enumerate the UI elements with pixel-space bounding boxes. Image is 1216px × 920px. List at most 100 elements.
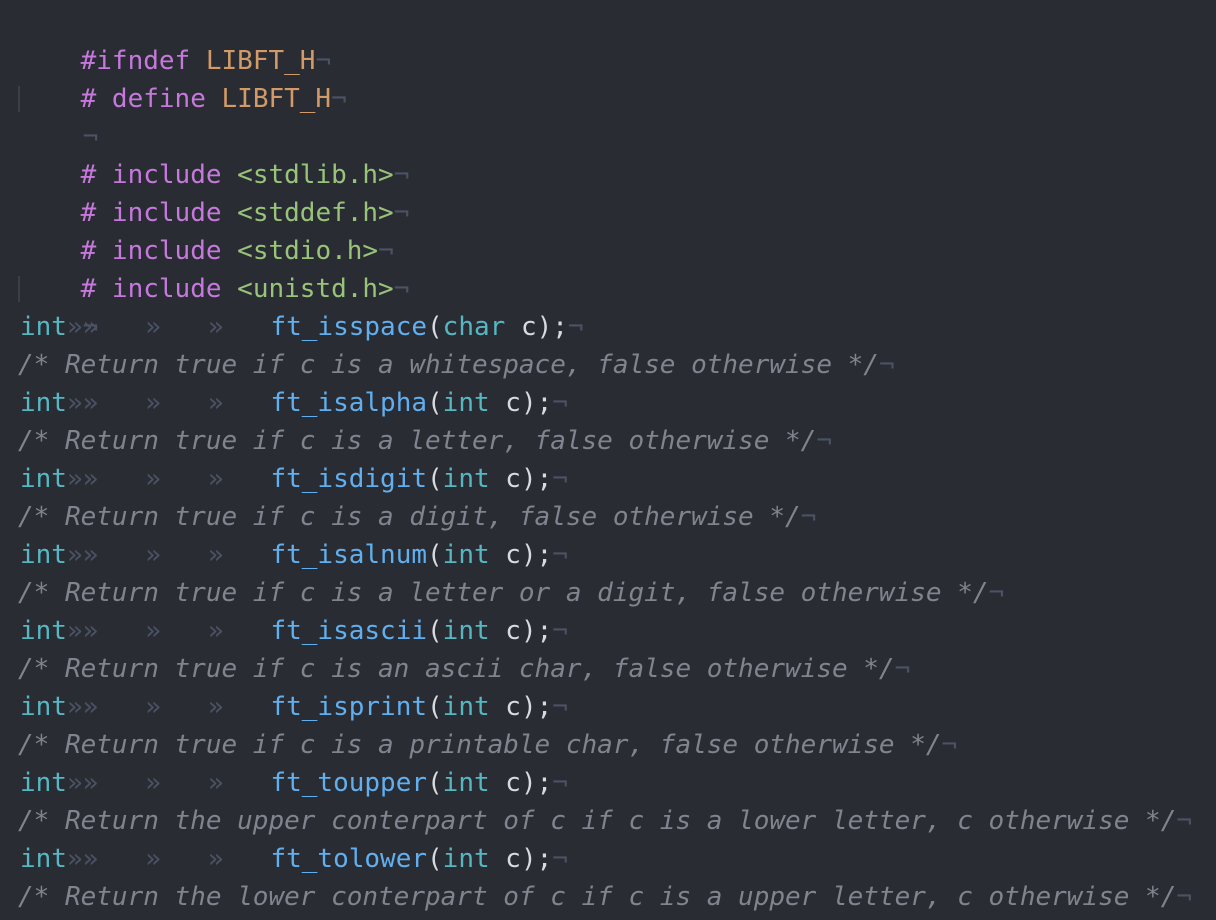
return-type: int	[20, 844, 67, 874]
tab-markers: »» » »	[66, 312, 271, 342]
function-name: ft_isdigit	[270, 464, 428, 494]
doc-comment: /* Return true if c is a letter, false o…	[18, 426, 817, 456]
code-line-comment[interactable]: /* Return true if c is a letter, false o…	[18, 422, 832, 460]
paren-close: );	[536, 312, 568, 342]
eol-marker: ¬	[1176, 882, 1193, 912]
paren-open: (	[427, 312, 443, 342]
code-line-include[interactable]: # include <stdio.h>¬	[18, 194, 394, 266]
tab-markers: »» » »	[66, 616, 271, 646]
paren-open: (	[427, 616, 443, 646]
return-type: int	[20, 540, 67, 570]
param-type: int	[442, 768, 490, 798]
code-line-blank[interactable]: ¬	[20, 270, 99, 342]
doc-comment: /* Return true if c is a printable char,…	[18, 730, 942, 760]
return-type: int	[20, 768, 67, 798]
param-name: c	[505, 768, 521, 798]
param-name: c	[505, 540, 521, 570]
paren-open: (	[427, 768, 443, 798]
function-name: ft_isalpha	[270, 388, 428, 418]
eol-marker: ¬	[552, 540, 568, 570]
code-line-comment[interactable]: /* Return true if c is a letter or a dig…	[18, 574, 1004, 612]
doc-comment: /* Return true if c is a whitespace, fal…	[18, 350, 879, 380]
eol-marker: ¬	[894, 654, 911, 684]
param-type: int	[442, 844, 490, 874]
eol-marker: ¬	[331, 84, 347, 114]
function-name: ft_tolower	[270, 844, 428, 874]
code-line-prototype[interactable]: int»» » » ft_isascii(int c);¬	[20, 612, 568, 650]
param-type: int	[442, 616, 490, 646]
param-name: c	[520, 312, 537, 342]
code-line-prototype[interactable]: int»» » » ft_isdigit(int c);¬	[20, 460, 568, 498]
eol-marker: ¬	[552, 692, 568, 722]
code-line-prototype[interactable]: int»» » » ft_isalnum(int c);¬	[20, 536, 568, 574]
eol-marker: ¬	[393, 274, 410, 304]
function-name: ft_isprint	[270, 692, 428, 722]
eol-marker: ¬	[988, 578, 1005, 608]
param-type: int	[442, 388, 490, 418]
code-line-comment[interactable]: /* Return true if c is an ascii char, fa…	[18, 650, 910, 688]
code-line-comment[interactable]: /* Return true if c is a digit, false ot…	[18, 498, 816, 536]
doc-comment: /* Return the upper conterpart of c if c…	[18, 806, 1177, 836]
tab-markers: »» » »	[66, 692, 271, 722]
param-name: c	[505, 844, 521, 874]
paren-open: (	[427, 844, 443, 874]
code-line-comment[interactable]: /* Return the upper conterpart of c if c…	[18, 802, 1192, 840]
param-type: char	[442, 312, 506, 342]
paren-open: (	[427, 692, 443, 722]
preprocessor-directive: # define	[80, 84, 206, 114]
paren-close: );	[520, 768, 553, 798]
param-name: c	[505, 464, 521, 494]
code-line-include[interactable]: # include <stdlib.h>¬	[18, 118, 410, 190]
eol-marker: ¬	[552, 616, 568, 646]
eol-marker: ¬	[567, 312, 584, 342]
macro-name: LIBFT_H	[221, 84, 332, 114]
eol-marker: ¬	[552, 464, 568, 494]
return-type: int	[20, 464, 67, 494]
eol-marker: ¬	[941, 730, 958, 760]
doc-comment: /* Return true if c is a digit, false ot…	[18, 502, 801, 532]
return-type: int	[20, 692, 67, 722]
function-name: ft_isspace	[270, 312, 428, 342]
code-line-define[interactable]: # define LIBFT_H¬	[18, 42, 347, 114]
function-name: ft_isalnum	[270, 540, 428, 570]
code-line-blank[interactable]: ¬	[20, 80, 99, 152]
code-line-ifndef[interactable]: #ifndef LIBFT_H¬	[18, 4, 331, 76]
paren-open: (	[427, 464, 443, 494]
param-type: int	[442, 464, 490, 494]
paren-close: );	[520, 464, 553, 494]
return-type: int	[20, 616, 67, 646]
code-line-include[interactable]: # include <unistd.h>¬	[18, 232, 410, 304]
code-line-comment[interactable]: /* Return true if c is a printable char,…	[18, 726, 957, 764]
return-type: int	[20, 388, 67, 418]
code-editor[interactable]: #ifndef LIBFT_H¬ # define LIBFT_H¬ ¬ # i…	[0, 0, 1216, 920]
paren-close: );	[520, 692, 553, 722]
code-line-include[interactable]: # include <stddef.h>¬	[18, 156, 410, 228]
paren-close: );	[520, 540, 553, 570]
code-line-prototype[interactable]: int»» » » ft_isspace(char c);¬	[20, 308, 584, 346]
eol-marker: ¬	[552, 388, 568, 418]
code-line-prototype[interactable]: int»» » » ft_isprint(int c);¬	[20, 688, 568, 726]
code-line-comment[interactable]: /* Return the lower conterpart of c if c…	[18, 878, 1192, 916]
doc-comment: /* Return true if c is an ascii char, fa…	[18, 654, 895, 684]
tab-markers: »» » »	[66, 464, 271, 494]
return-type: int	[20, 312, 67, 342]
code-line-prototype[interactable]: int»» » » ft_tolower(int c);¬	[20, 840, 568, 878]
param-type: int	[442, 692, 490, 722]
code-line-prototype[interactable]: int»» » » ft_toupper(int c);¬	[20, 764, 568, 802]
preprocessor-directive: # include	[80, 274, 222, 304]
tab-markers: »» » »	[66, 388, 271, 418]
param-name: c	[505, 388, 521, 418]
function-name: ft_toupper	[270, 768, 428, 798]
code-line-comment[interactable]: /* Return true if c is a whitespace, fal…	[18, 346, 895, 384]
code-line-prototype[interactable]: int»» » » ft_isalpha(int c);¬	[20, 384, 568, 422]
eol-marker: ¬	[878, 350, 895, 380]
eol-marker: ¬	[800, 502, 817, 532]
function-name: ft_isascii	[270, 616, 428, 646]
